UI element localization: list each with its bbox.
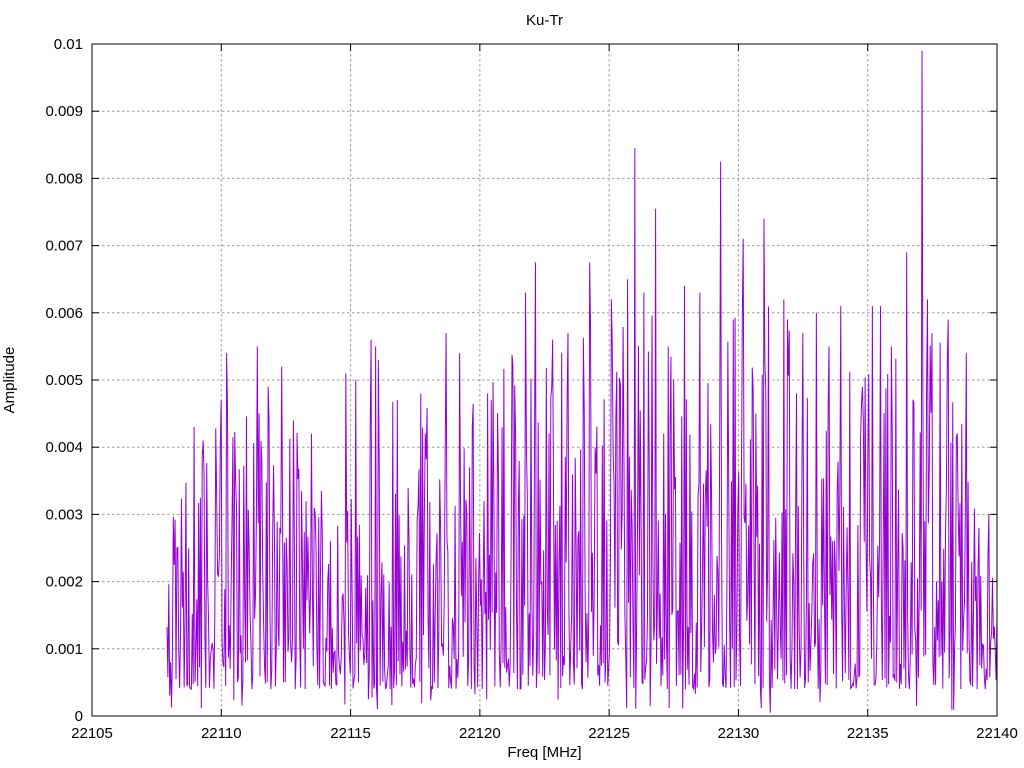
y-tick-label: 0.01: [54, 36, 83, 53]
y-tick-label: 0.008: [45, 170, 83, 187]
y-tick-label: 0.002: [45, 574, 83, 591]
y-tick-label: 0.004: [45, 439, 83, 456]
plot-area: 22105 22110 22115 22120 22125 22130 22135 22140…: [0, 0, 1024, 768]
x-tick-label: 22120: [459, 725, 501, 742]
y-tick-label: 0.005: [45, 372, 83, 389]
x-tick-label: 22105: [71, 725, 113, 742]
y-tick-label: 0.007: [45, 238, 83, 255]
y-tick-label: 0: [75, 708, 83, 725]
spectrum-line: [167, 51, 997, 713]
x-tick-label: 22115: [330, 725, 371, 742]
x-tick-label: 22135: [847, 725, 889, 742]
y-tick-label: 0.001: [45, 641, 83, 658]
y-tick-label: 0.006: [45, 305, 83, 322]
x-tick-label: 22140: [976, 725, 1018, 742]
x-tick-label: 22125: [588, 725, 630, 742]
x-tick-label: 22130: [718, 725, 760, 742]
y-tick-label: 0.009: [45, 103, 83, 120]
x-tick-label: 22110: [201, 725, 242, 742]
chart-figure: Ku-Tr Amplitude Freq [MHz] 2210522110221…: [0, 0, 1024, 768]
y-tick-label: 0.003: [45, 506, 83, 523]
